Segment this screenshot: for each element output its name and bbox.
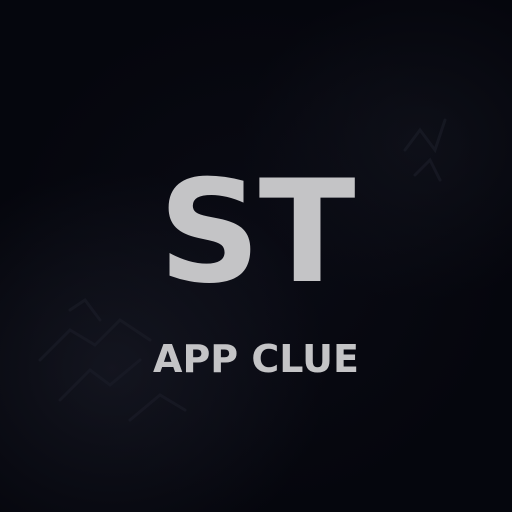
logo-subtitle: APP CLUE (153, 337, 359, 381)
app-logo-canvas: ST APP CLUE (0, 0, 512, 512)
logo-initials: ST (158, 150, 355, 315)
